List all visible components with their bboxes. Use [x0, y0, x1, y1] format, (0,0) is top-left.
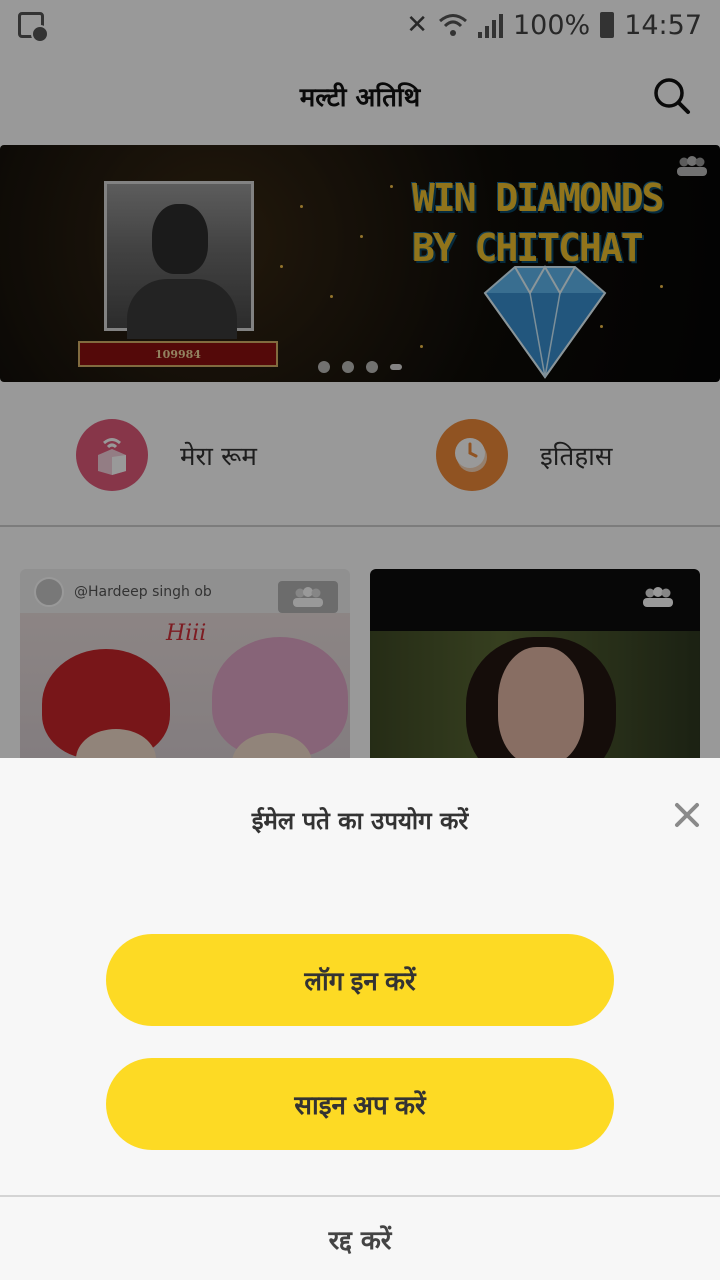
login-bottom-sheet: ईमेल पते का उपयोग करें लॉग इन करें साइन … — [0, 758, 720, 1280]
sheet-title: ईमेल पते का उपयोग करें — [251, 807, 469, 835]
sheet-divider — [0, 1195, 720, 1197]
cancel-button[interactable]: रद्द करें — [0, 1198, 720, 1280]
close-icon[interactable] — [672, 800, 702, 830]
login-button[interactable]: लॉग इन करें — [106, 934, 614, 1026]
signup-button[interactable]: साइन अप करें — [106, 1058, 614, 1150]
